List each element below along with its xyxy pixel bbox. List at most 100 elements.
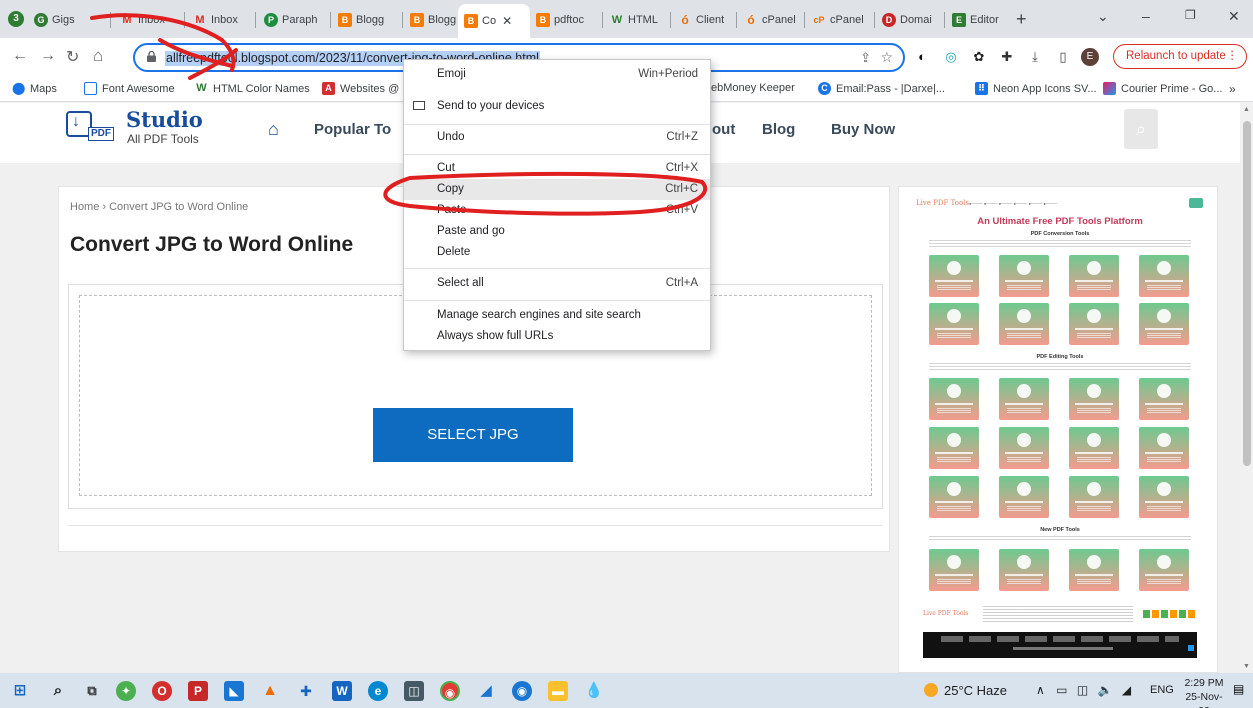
menu-item-manage-search-engines[interactable]: Manage search engines and site search (404, 305, 710, 326)
weather-widget[interactable]: 25°C Haze (924, 683, 1007, 698)
bookmark-maps[interactable]: ⬤ Maps (12, 82, 57, 95)
system-tray[interactable]: ∧ ▭ ◫ 🔈 ◢ (1036, 683, 1131, 697)
blogger-icon: B (410, 13, 424, 27)
menu-item-paste-and-go[interactable]: Paste and go (404, 221, 710, 242)
bookmark-neon-app-icons[interactable]: ⠿ Neon App Icons SV... (975, 82, 1097, 95)
tab-cpanel-1[interactable]: ó cPanel (744, 9, 800, 31)
bookmark-font-awesome[interactable]: Font Awesome (84, 82, 175, 95)
home-nav-icon[interactable]: ⌂ (268, 119, 279, 140)
tab-html[interactable]: W HTML (610, 9, 666, 31)
task-view-icon[interactable]: ⧉ (82, 681, 102, 701)
gigs-favicon-icon: G (34, 13, 48, 27)
menu-item-cut[interactable]: Cut Ctrl+X (404, 158, 710, 179)
menu-item-emoji[interactable]: Emoji Win+Period (404, 64, 710, 85)
bookmark-star-icon[interactable]: ☆ (880, 49, 893, 66)
tab-inbox-2[interactable]: M Inbox (193, 9, 251, 31)
display-icon[interactable]: ◫ (1077, 683, 1088, 697)
tab-pdftoc[interactable]: B pdftoc (536, 9, 598, 31)
tab-blogger-1[interactable]: B Blogg (338, 9, 398, 31)
show-hidden-icons-icon[interactable]: ∧ (1036, 683, 1045, 697)
tab-gigs[interactable]: G Gigs (34, 9, 106, 31)
app-icon[interactable]: ✦ (116, 681, 136, 701)
breadcrumb[interactable]: Home › Convert JPG to Word Online (70, 201, 248, 213)
app-icon[interactable]: 💧 (584, 681, 604, 701)
bookmark-html-color-names[interactable]: W HTML Color Names (195, 82, 309, 95)
scroll-down-icon[interactable]: ▼ (1243, 663, 1250, 670)
search-icon[interactable]: ⌕ (48, 681, 68, 701)
side-panel-icon[interactable]: ▯ (1055, 49, 1071, 65)
back-icon[interactable]: ← (12, 47, 28, 65)
profile-avatar[interactable]: E (1081, 48, 1099, 66)
tab-editor[interactable]: E Editor (952, 9, 1008, 31)
edge-icon[interactable]: e (368, 681, 388, 701)
bookmark-email-pass[interactable]: C Email:Pass - |Darxe|... (818, 82, 945, 95)
download-icon[interactable]: ⤓ (1027, 49, 1043, 65)
home-icon[interactable]: ⌂ (93, 46, 103, 66)
bookmarks-overflow-icon[interactable]: » (1229, 82, 1236, 96)
promo-tile (999, 303, 1049, 345)
powerpoint-icon[interactable]: P (188, 681, 208, 701)
tab-search-chevron-icon[interactable]: ⌄ (1097, 8, 1109, 25)
tab-search-icon[interactable]: 3 (8, 11, 24, 27)
tab-inbox-1[interactable]: M Inbox (120, 9, 180, 31)
app-icon[interactable]: ◣ (224, 681, 244, 701)
minimize-icon[interactable]: – (1142, 8, 1150, 24)
bookmark-courier-prime[interactable]: Courier Prime - Go... (1103, 82, 1222, 95)
reload-icon[interactable]: ↻ (66, 47, 79, 67)
menu-item-copy[interactable]: Copy Ctrl+C (404, 179, 710, 200)
pdf-file-icon[interactable]: ⌕ (1124, 109, 1158, 149)
close-window-icon[interactable]: ✕ (1228, 8, 1240, 25)
tab-domain[interactable]: D Domai (882, 9, 940, 31)
menu-item-select-all[interactable]: Select all Ctrl+A (404, 273, 710, 294)
menu-item-show-full-urls[interactable]: Always show full URLs (404, 326, 710, 347)
nav-about[interactable]: out (712, 121, 735, 138)
start-windows-icon[interactable]: ⊞ (10, 681, 30, 701)
restore-icon[interactable]: ❐ (1185, 8, 1196, 22)
nav-popular-tools[interactable]: Popular To (314, 121, 391, 138)
scroll-up-icon[interactable]: ▲ (1243, 106, 1250, 113)
page-scrollbar[interactable]: ▲ ▼ (1240, 103, 1253, 673)
close-tab-icon[interactable]: ✕ (502, 14, 512, 28)
language-indicator[interactable]: ENG (1150, 684, 1174, 696)
menu-item-paste[interactable]: Paste Ctrl+V (404, 200, 710, 221)
extensions-puzzle-icon[interactable]: ✚ (999, 49, 1015, 65)
chrome-icon[interactable]: ◉ (512, 681, 532, 701)
chrome-icon[interactable]: ◉ (440, 681, 460, 701)
share-icon[interactable]: ⇪ (860, 50, 871, 66)
promo-screenshot[interactable]: Live PDF Tools ●──── ●──── ●──── ●──── ●… (913, 197, 1207, 663)
clock[interactable]: 2:29 PM 25-Nov-23 (1180, 676, 1228, 708)
tab-blogger-2[interactable]: B Blogg (410, 9, 458, 31)
relaunch-button[interactable]: Relaunch to update ⋮ (1113, 44, 1247, 69)
app-icon[interactable]: ◫ (404, 681, 424, 701)
file-explorer-icon[interactable]: ▬ (548, 681, 568, 701)
more-menu-icon[interactable]: ⋮ (1227, 45, 1239, 68)
wifi-icon[interactable]: ◢ (1122, 683, 1131, 697)
extension-icon[interactable]: ◎ (943, 49, 959, 65)
nav-buy-now[interactable]: Buy Now (831, 121, 895, 138)
app-icon[interactable]: ✚ (296, 681, 316, 701)
bookmark-websites[interactable]: A Websites @ (322, 82, 399, 95)
bookmark-webmoney-keeper[interactable]: ebMoney Keeper (711, 82, 795, 94)
word-icon[interactable]: W (332, 681, 352, 701)
tab-client[interactable]: ó Client (678, 9, 732, 31)
volume-icon[interactable]: 🔈 (1098, 683, 1113, 697)
tab-cpanel-2[interactable]: cP cPanel (812, 9, 870, 31)
tab-paraphrase[interactable]: P Paraph (264, 9, 326, 31)
forward-icon[interactable]: → (40, 47, 56, 65)
notification-icon[interactable]: ▤ (1233, 682, 1249, 698)
vlc-icon[interactable]: ▲ (260, 681, 280, 701)
scrollbar-thumb[interactable] (1243, 121, 1251, 466)
menu-item-send-to-devices[interactable]: Send to your devices (404, 96, 710, 117)
network-icon[interactable]: ▭ (1056, 683, 1067, 697)
extension-icon[interactable]: ◐ (914, 49, 930, 65)
relaunch-label: Relaunch to update (1126, 50, 1226, 62)
app-icon[interactable]: ◢ (476, 681, 496, 701)
tab-active[interactable]: B Co ✕ (458, 4, 530, 38)
extension-icon[interactable]: ✿ (971, 49, 987, 65)
opera-icon[interactable]: O (152, 681, 172, 701)
new-tab-icon[interactable]: + (1016, 9, 1027, 30)
nav-blog[interactable]: Blog (762, 121, 795, 138)
select-jpg-button[interactable]: SELECT JPG (373, 408, 573, 462)
menu-item-delete[interactable]: Delete (404, 242, 710, 263)
menu-item-undo[interactable]: Undo Ctrl+Z (404, 127, 710, 148)
